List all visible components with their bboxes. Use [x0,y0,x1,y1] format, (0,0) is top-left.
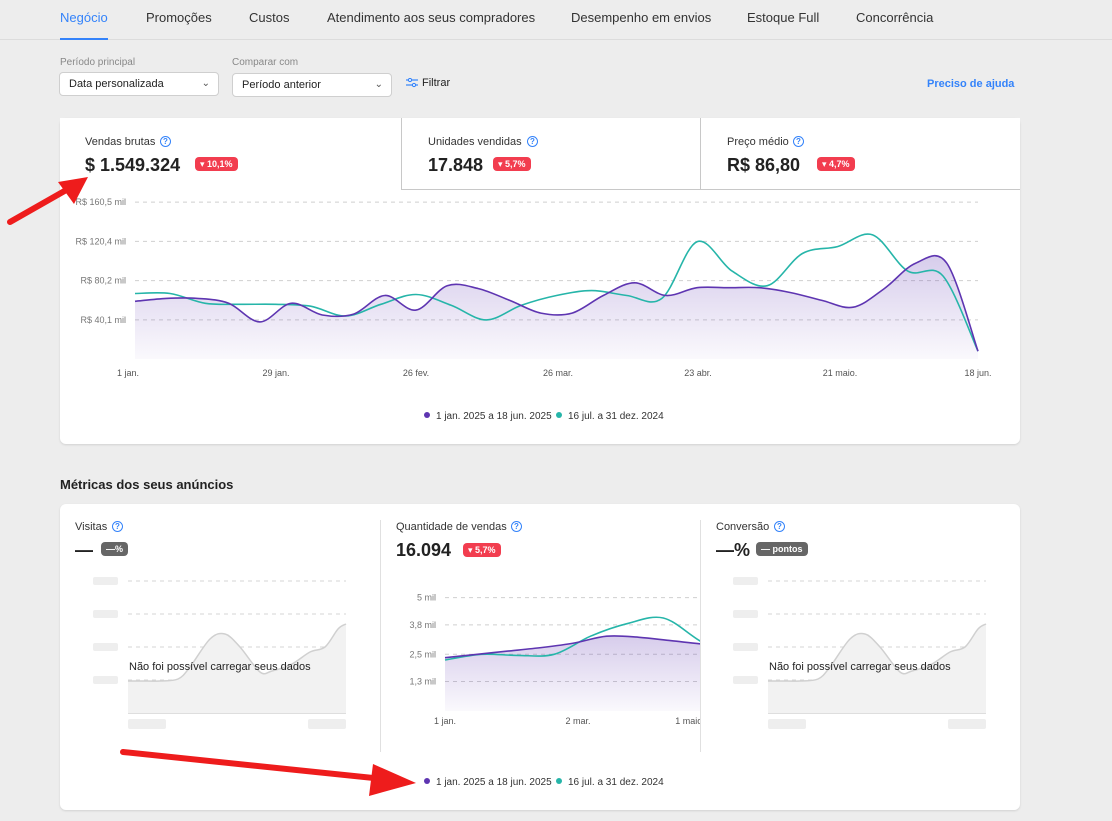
sales-chart: R$ 160,5 mil R$ 120,4 mil R$ 80,2 mil R$ 40… [75,197,991,378]
legend-dot-previous [556,412,562,419]
tab-desempenho-envios[interactable]: Desempenho em envios [571,0,711,40]
filter-button[interactable]: Filtrar [406,77,450,89]
top-tabs: Negócio Promoções Custos Atendimento aos… [0,0,1112,40]
period-select-value: Data personalizada [69,78,164,90]
help-icon[interactable]: ? [774,521,785,532]
legend-dot-current [424,412,430,419]
help-link[interactable]: Preciso de ajuda [927,78,1014,90]
legend-previous: 16 jul. a 31 dez. 2024 [556,411,664,422]
x-tick-label: 1 jan. [117,368,139,378]
tick-placeholder [733,676,758,684]
conversion-error-message: Não foi possível carregar seus dados [769,661,951,673]
conversion-label: Conversão [716,521,770,533]
tab-concorrencia[interactable]: Concorrência [856,0,933,40]
tick-placeholder [733,610,758,618]
x-tick-label: 1 maio. [675,716,700,726]
series-area-current [445,635,700,711]
visits-error-message: Não foi possível carregar seus dados [129,661,311,673]
sales-overview-card: Vendas brutas ? $ 1.549.324 ▾ 10,1% Unid… [60,118,1020,444]
conversion-change-badge: — pontos [756,542,808,556]
tick-placeholder [768,719,806,729]
x-tick-label: 29 jan. [262,368,289,378]
x-tick-label: 18 jun. [964,368,991,378]
tick-placeholder [93,610,118,618]
y-tick-label: 5 mil [417,593,436,603]
legend-previous-label: 16 jul. a 31 dez. 2024 [568,411,664,422]
conversion-placeholder-chart [768,580,987,714]
y-tick-label: R$ 80,2 mil [80,276,126,286]
tick-placeholder [93,676,118,684]
y-tick-label: 3,8 mil [409,620,436,630]
legend-previous-label: 16 jul. a 31 dez. 2024 [568,777,664,788]
legend-previous: 16 jul. a 31 dez. 2024 [556,777,664,788]
listing-metrics-card: Visitas ? — —% Não foi possível carregar… [60,504,1020,810]
conversion-value: —% [716,540,751,560]
period-label: Período principal [60,57,136,68]
x-tick-label: 23 abr. [684,368,712,378]
filter-button-label: Filtrar [422,77,451,89]
tab-negocio[interactable]: Negócio [60,0,108,40]
compare-label: Comparar com [232,57,299,68]
legend-current: 1 jan. 2025 a 18 jun. 2025 [424,777,552,788]
tick-placeholder [128,719,166,729]
quantity-chart: 5 mil 3,8 mil 2,5 mil 1,3 mil 1 jan. 2 mar. 1 … [409,593,700,726]
visits-value: — [75,540,93,560]
chevron-down-icon: ⌄ [374,79,383,90]
compare-select[interactable]: Período anterior ⌄ [232,73,392,97]
tick-placeholder [93,643,118,651]
chevron-down-icon: ⌄ [201,78,210,89]
y-tick-label: 1,3 mil [409,677,436,687]
tab-atendimento[interactable]: Atendimento aos seus compradores [327,0,535,40]
listing-metrics-title: Métricas dos seus anúncios [60,477,234,492]
x-tick-label: 21 maio. [823,368,858,378]
tick-placeholder [733,643,758,651]
help-icon[interactable]: ? [112,521,123,532]
y-tick-label: R$ 160,5 mil [75,197,126,207]
x-tick-label: 26 mar. [543,368,573,378]
x-tick-label: 1 jan. [434,716,456,726]
tick-placeholder [948,719,986,729]
x-tick-label: 2 mar. [565,716,590,726]
filter-sliders-icon [406,77,418,88]
y-tick-label: R$ 40,1 mil [80,315,126,325]
visits-label: Visitas [75,521,108,533]
legend-current: 1 jan. 2025 a 18 jun. 2025 [424,411,552,422]
y-tick-label: R$ 120,4 mil [75,236,126,246]
compare-select-value: Período anterior [242,79,321,91]
y-tick-label: 2,5 mil [409,649,436,659]
legend-dot-current [424,778,430,785]
tick-placeholder [93,577,118,585]
tab-promocoes[interactable]: Promoções [146,0,212,40]
tab-custos[interactable]: Custos [249,0,289,40]
visits-placeholder-chart [128,580,347,714]
legend-current-label: 1 jan. 2025 a 18 jun. 2025 [436,411,552,422]
tick-placeholder [308,719,346,729]
tab-estoque-full[interactable]: Estoque Full [747,0,819,40]
x-tick-label: 26 fev. [403,368,429,378]
legend-dot-previous [556,778,562,785]
tick-placeholder [733,577,758,585]
period-select[interactable]: Data personalizada ⌄ [59,72,219,96]
legend-current-label: 1 jan. 2025 a 18 jun. 2025 [436,777,552,788]
visits-change-badge: —% [101,542,129,556]
